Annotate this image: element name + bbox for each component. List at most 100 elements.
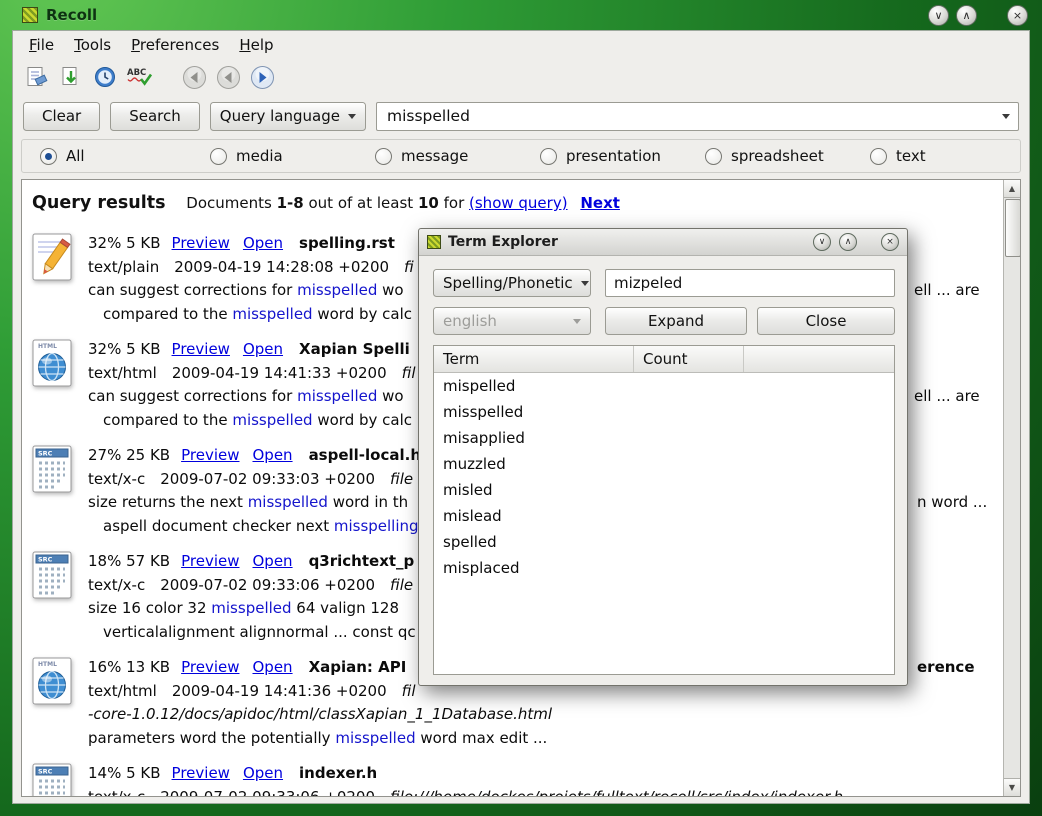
filter-all[interactable]: All: [40, 147, 85, 165]
language-dropdown: english: [433, 307, 591, 335]
snippet-text: aspell document checker next: [103, 517, 334, 535]
filter-spreadsheet[interactable]: spreadsheet: [705, 147, 824, 165]
open-link[interactable]: Open: [252, 446, 292, 464]
html-doc-icon: HTML: [32, 656, 88, 750]
filter-label: media: [236, 147, 283, 165]
term-row[interactable]: mispelled: [434, 373, 894, 399]
close-button[interactable]: Close: [757, 307, 895, 335]
menubar: FileToolsPreferencesHelp: [13, 31, 1029, 59]
filter-text[interactable]: text: [870, 147, 926, 165]
scroll-up-arrow[interactable]: ▲: [1004, 180, 1020, 198]
recoll-logo-icon: [427, 235, 441, 249]
result-title-fragment: erence: [917, 656, 975, 680]
filter-media[interactable]: media: [210, 147, 283, 165]
result-relevance-size: 14% 5 KB: [88, 764, 161, 782]
results-header: Query results Documents 1-8 out of at le…: [32, 190, 1003, 216]
open-link[interactable]: Open: [243, 340, 283, 358]
snippet-text: ell ... are: [914, 279, 980, 303]
term-row[interactable]: misspelled: [434, 399, 894, 425]
term-row[interactable]: spelled: [434, 529, 894, 555]
update-index-icon[interactable]: [57, 64, 84, 91]
expand-button[interactable]: Expand: [605, 307, 747, 335]
query-language-label: Query language: [220, 107, 340, 125]
result-snippet: parameters word the potentially misspell…: [88, 727, 1003, 751]
shade-button[interactable]: ∨: [813, 233, 831, 251]
menu-preferences[interactable]: Preferences: [121, 33, 229, 57]
result-relevance-size: 32% 5 KB: [88, 234, 161, 252]
result-date: 2009-04-19 14:41:36 +0200: [172, 682, 387, 700]
menu-help[interactable]: Help: [229, 33, 283, 57]
for-label: for: [444, 194, 465, 212]
shade-button[interactable]: ∨: [928, 5, 949, 26]
column-header-count[interactable]: Count: [634, 346, 744, 372]
filter-label: All: [66, 147, 85, 165]
column-header-term[interactable]: Term: [434, 346, 634, 372]
preview-link[interactable]: Preview: [181, 446, 239, 464]
filter-presentation[interactable]: presentation: [540, 147, 661, 165]
result-headline: 14% 5 KBPreviewOpenindexer.h: [88, 762, 1003, 786]
snippet-text: 64 valign 128: [292, 599, 399, 617]
preview-link[interactable]: Preview: [181, 658, 239, 676]
source-doc-icon: SRC: [32, 550, 88, 644]
results-range: 1-8: [277, 194, 304, 212]
term-row[interactable]: misplaced: [434, 555, 894, 581]
result-path: fil: [402, 682, 416, 700]
show-query-link[interactable]: (show query): [469, 194, 568, 212]
history-icon[interactable]: [91, 64, 118, 91]
filter-label: message: [401, 147, 468, 165]
scroll-down-arrow[interactable]: ▼: [1004, 778, 1020, 796]
query-language-dropdown[interactable]: Query language: [210, 102, 366, 131]
result-path: fi: [404, 258, 414, 276]
spellcheck-term-explorer-icon[interactable]: ABC: [125, 64, 152, 91]
titlebar[interactable]: Recoll ∨∧×: [0, 0, 1042, 30]
expansion-mode-value: Spelling/Phonetic: [443, 274, 573, 292]
menu-file[interactable]: File: [19, 33, 64, 57]
open-link[interactable]: Open: [243, 234, 283, 252]
query-input[interactable]: [377, 107, 1002, 125]
result-relevance-size: 32% 5 KB: [88, 340, 161, 358]
result-title: spelling.rst: [299, 234, 395, 252]
open-link[interactable]: Open: [252, 658, 292, 676]
term-row[interactable]: mislead: [434, 503, 894, 529]
query-combobox[interactable]: [376, 102, 1019, 131]
next-page-arrow-icon[interactable]: [249, 64, 276, 91]
snippet-text: compared to the: [103, 411, 232, 429]
filter-label: presentation: [566, 147, 661, 165]
maximize-button[interactable]: ∧: [839, 233, 857, 251]
preview-link[interactable]: Preview: [172, 234, 230, 252]
preview-link[interactable]: Preview: [172, 340, 230, 358]
clear-button[interactable]: Clear: [23, 102, 100, 131]
menu-tools[interactable]: Tools: [64, 33, 121, 57]
open-link[interactable]: Open: [243, 764, 283, 782]
preview-link[interactable]: Preview: [181, 552, 239, 570]
result-relevance-size: 27% 25 KB: [88, 446, 170, 464]
term-explorer-input[interactable]: [605, 269, 895, 297]
term-row[interactable]: misapplied: [434, 425, 894, 451]
matched-term: misspelled: [232, 411, 312, 429]
result-relevance-size: 16% 13 KB: [88, 658, 170, 676]
chevron-down-icon: [348, 114, 356, 119]
term-row[interactable]: muzzled: [434, 451, 894, 477]
snippet-text: compared to the: [103, 305, 232, 323]
scrollbar-thumb[interactable]: [1005, 199, 1021, 257]
chevron-down-icon: [1002, 114, 1010, 119]
open-link[interactable]: Open: [252, 552, 292, 570]
svg-text:SRC: SRC: [38, 768, 53, 776]
snippet-text: can suggest corrections for: [88, 387, 297, 405]
term-row[interactable]: misled: [434, 477, 894, 503]
html-doc-icon: HTML: [32, 338, 88, 432]
svg-text:HTML: HTML: [38, 661, 57, 668]
results-scrollbar[interactable]: ▲ ▼: [1003, 180, 1020, 796]
term-explorer-titlebar[interactable]: Term Explorer ∨∧×: [419, 229, 907, 256]
result-mime: text/x-c: [88, 576, 145, 594]
close-button[interactable]: ×: [881, 233, 899, 251]
next-page-link[interactable]: Next: [580, 194, 620, 212]
expansion-mode-dropdown[interactable]: Spelling/Phonetic: [433, 269, 591, 297]
filter-message[interactable]: message: [375, 147, 468, 165]
clear-search-icon[interactable]: [23, 64, 50, 91]
search-button[interactable]: Search: [110, 102, 200, 131]
svg-text:HTML: HTML: [38, 343, 57, 350]
close-button[interactable]: ×: [1007, 5, 1028, 26]
maximize-button[interactable]: ∧: [956, 5, 977, 26]
preview-link[interactable]: Preview: [172, 764, 230, 782]
